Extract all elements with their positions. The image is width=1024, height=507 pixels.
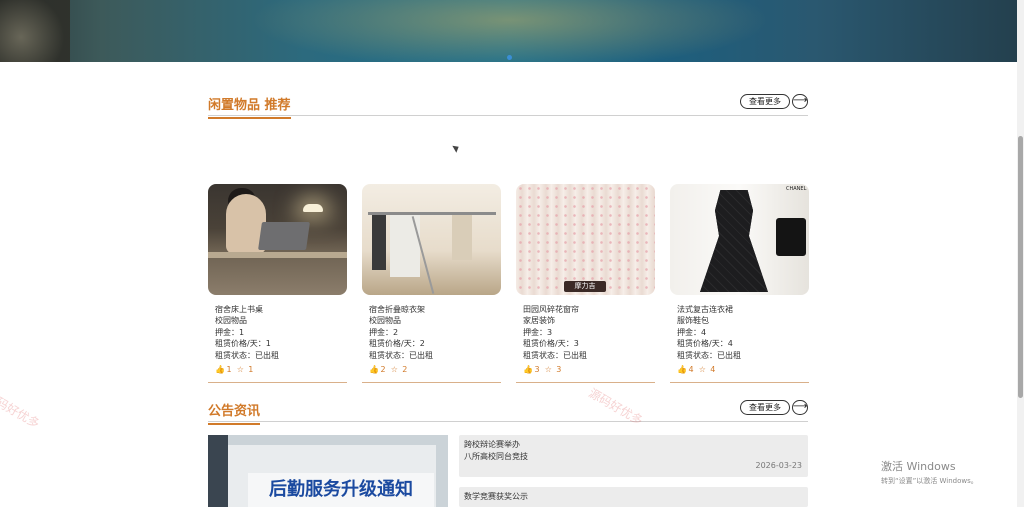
thumbs-up-icon[interactable]: 👍 (677, 365, 687, 374)
scrollbar-thumb[interactable] (1018, 136, 1023, 398)
mouse-cursor-icon (452, 143, 461, 153)
favorite-count: 4 (710, 365, 716, 375)
carousel-indicator[interactable] (507, 55, 512, 60)
item-status: 租赁状态：已出租 (369, 350, 433, 360)
favorite-count: 2 (402, 365, 408, 375)
like-count: 1 (226, 365, 232, 375)
activate-title: 激活 Windows (881, 460, 956, 473)
item-name: 法式复古连衣裙 (677, 305, 733, 314)
announce-image[interactable]: 后勤服务升级通知 (208, 435, 448, 507)
star-icon[interactable]: ☆ (545, 365, 554, 374)
like-count: 3 (534, 365, 540, 375)
item-price: 租赁价格/天：2 (369, 339, 425, 349)
item-card[interactable]: CHANEL 法式复古连衣裙 服饰鞋包 押金：4 租赁价格/天：4 租赁状态：已… (670, 184, 809, 383)
item-price: 租赁价格/天：3 (523, 339, 579, 349)
item-deposit: 押金：3 (523, 327, 553, 337)
item-deposit: 押金：4 (677, 327, 707, 337)
item-image[interactable]: CHANEL (670, 184, 809, 295)
item-category: 家居装饰 (523, 316, 555, 326)
recommend-header: 闲置物品 推荐 查看更多 ⟶ (208, 94, 808, 119)
news-summary: 八所高校同台竞技 (464, 452, 528, 461)
star-icon[interactable]: ☆ (699, 365, 708, 374)
star-icon[interactable]: ☆ (391, 365, 400, 374)
page: 闲置物品 推荐 查看更多 ⟶ 宿舍床上书桌 校园物品 押金：1 租赁价格/天：1… (0, 0, 1024, 507)
news-title: 跨校辩论赛举办 (464, 440, 520, 449)
announce-title: 公告资讯 (208, 400, 261, 425)
like-count: 2 (380, 365, 386, 375)
favorite-count: 1 (248, 365, 254, 375)
announce-header: 公告资讯 查看更多 ⟶ (208, 400, 808, 425)
item-card[interactable]: 宿舍床上书桌 校园物品 押金：1 租赁价格/天：1 租赁状态：已出租 👍 1 ☆… (208, 184, 347, 383)
dress-brand-label: CHANEL (786, 186, 807, 192)
like-count: 4 (688, 365, 694, 375)
item-category: 校园物品 (369, 316, 401, 326)
favorite-count: 3 (556, 365, 562, 375)
item-image[interactable] (208, 184, 347, 295)
windows-activate-notice: 激活 Windows 转到“设置”以激活 Windows。 (881, 458, 978, 486)
item-card[interactable]: 宿舍折叠晾衣架 校园物品 押金：2 租赁价格/天：2 租赁状态：已出租 👍 2 … (362, 184, 501, 383)
item-status: 租赁状态：已出租 (523, 350, 587, 360)
announce-more-button[interactable]: 查看更多 (740, 400, 790, 415)
item-price: 租赁价格/天：1 (215, 339, 271, 349)
item-name: 田园风碎花窗帘 (523, 305, 579, 314)
announce-more-arrow-icon[interactable]: ⟶ (792, 400, 808, 415)
news-item[interactable]: 跨校辩论赛举办 八所高校同台竞技 2026-03-23 (459, 435, 808, 477)
thumbs-up-icon[interactable]: 👍 (215, 365, 225, 374)
item-deposit: 押金：1 (215, 327, 245, 337)
item-image[interactable]: 摩力吉 (516, 184, 655, 295)
item-card[interactable]: 摩力吉 田园风碎花窗帘 家居装饰 押金：3 租赁价格/天：3 租赁状态：已出租 … (516, 184, 655, 383)
item-name: 宿舍折叠晾衣架 (369, 305, 425, 314)
curtain-brand-logo: 摩力吉 (564, 281, 606, 292)
news-date: 2026-03-23 (755, 461, 803, 470)
item-category: 服饰鞋包 (677, 316, 709, 326)
recommend-more-button[interactable]: 查看更多 (740, 94, 790, 109)
news-item[interactable]: 数学竞赛获奖公示 (459, 487, 808, 507)
recommend-more-arrow-icon[interactable]: ⟶ (792, 94, 808, 109)
activate-subtitle: 转到“设置”以激活 Windows。 (881, 477, 978, 485)
item-deposit: 押金：2 (369, 327, 399, 337)
item-status: 租赁状态：已出租 (677, 350, 741, 360)
item-price: 租赁价格/天：4 (677, 339, 733, 349)
vertical-scrollbar[interactable] (1017, 0, 1024, 507)
hero-banner[interactable] (0, 0, 1017, 62)
thumbs-up-icon[interactable]: 👍 (369, 365, 379, 374)
item-status: 租赁状态：已出租 (215, 350, 279, 360)
news-title: 数学竞赛获奖公示 (464, 492, 528, 501)
recommend-title: 闲置物品 推荐 (208, 94, 291, 119)
star-icon[interactable]: ☆ (237, 365, 246, 374)
announce-image-text: 后勤服务升级通知 (248, 473, 434, 507)
item-image[interactable] (362, 184, 501, 295)
item-name: 宿舍床上书桌 (215, 305, 263, 314)
watermark: 码好优多 (0, 394, 43, 431)
thumbs-up-icon[interactable]: 👍 (523, 365, 533, 374)
item-category: 校园物品 (215, 316, 247, 326)
